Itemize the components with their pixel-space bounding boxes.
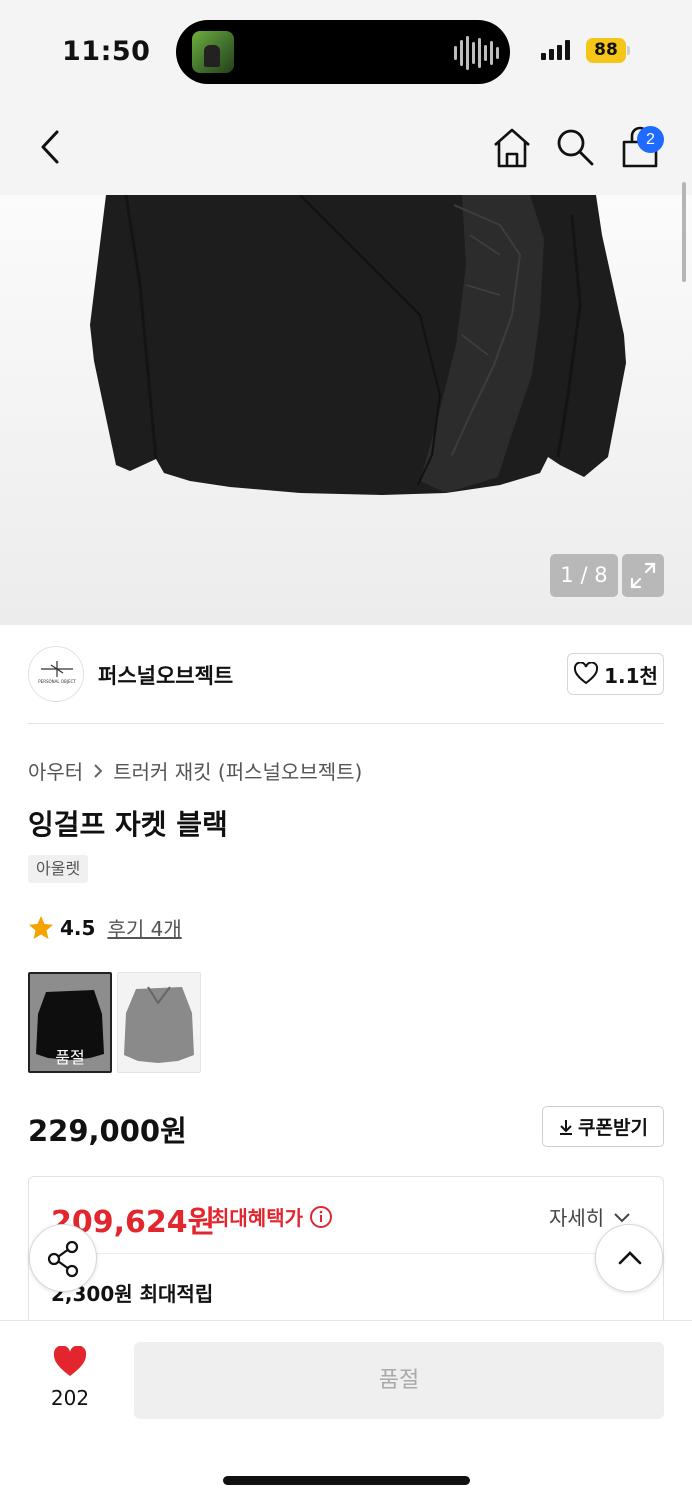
battery-indicator: 88 [586,38,626,63]
chevron-up-icon [618,1251,642,1265]
heart-filled-icon [53,1345,87,1376]
divider [28,723,664,724]
coupon-label: 쿠폰받기 [578,1117,648,1139]
download-icon [560,1119,573,1135]
benefit-box: 209,624원 최대혜택가 자세히 2,300원 최대적립 [28,1176,664,1336]
color-option-black[interactable]: 품절 [28,972,112,1073]
home-indicator [223,1476,470,1485]
top-nav [0,100,692,195]
share-button[interactable] [29,1224,97,1292]
rating-score: 4.5 [60,915,96,940]
cart-count-badge: 2 [637,126,664,153]
wishlist-button[interactable] [52,1345,88,1382]
expand-button[interactable] [622,554,664,597]
chevron-right-icon [94,763,103,778]
max-benefit-label: 최대혜택가 [211,1202,333,1231]
expand-icon [630,562,656,589]
brand-name[interactable]: 퍼스널오브젝트 [98,660,233,690]
dynamic-island[interactable] [176,20,510,84]
heart-outline-icon [574,662,599,685]
chevron-down-icon [614,1212,630,1222]
chevron-left-icon [41,130,59,164]
search-button[interactable] [553,124,597,170]
scroll-top-button[interactable] [595,1224,663,1292]
buy-button[interactable]: 품절 [134,1342,664,1419]
coupon-button[interactable]: 쿠폰받기 [542,1106,664,1147]
brand-like-button[interactable]: 1.1천 [567,653,664,695]
gray-jacket-thumbnail [124,986,194,1063]
breadcrumb-category[interactable]: 아우터 [28,756,83,785]
info-icon[interactable] [309,1205,333,1229]
audio-wave-icon [454,36,499,70]
product-price: 229,000원 [28,1114,187,1148]
outlet-tag: 아울렛 [28,855,89,883]
brand-like-count: 1.1천 [604,663,658,688]
soldout-overlay: 품절 [30,974,110,1071]
battery-cap [627,46,630,55]
breadcrumb: 아우터 트러커 재킷 (퍼스널오브젝트) [28,756,362,785]
rating-row: 4.5 후기 4개 [28,913,182,942]
brand-logo[interactable]: PERSONAL OBJECT [28,646,84,702]
home-button[interactable] [490,124,534,170]
search-icon [557,129,594,166]
brand-logo-text: PERSONAL OBJECT [38,679,76,684]
now-playing-artwork [192,31,234,73]
benefit-divider [29,1253,663,1254]
star-icon [29,915,53,939]
signal-icon [541,40,570,60]
home-icon [494,128,530,168]
product-title: 잉걸프 자켓 블랙 [28,808,228,841]
gallery-counter: 1 / 8 [550,554,618,597]
back-button[interactable] [30,124,74,170]
max-benefit-text: 최대혜택가 [211,1206,303,1230]
status-bar: 11:50 88 [0,0,692,100]
breadcrumb-subcategory[interactable]: 트러커 재킷 (퍼스널오브젝트) [113,756,362,785]
scrollbar[interactable] [682,182,686,282]
color-option-gray[interactable] [117,972,201,1073]
share-icon [47,1240,79,1278]
status-time: 11:50 [62,36,151,67]
wishlist-count: 202 [50,1386,90,1410]
reviews-link[interactable]: 후기 4개 [107,913,181,942]
